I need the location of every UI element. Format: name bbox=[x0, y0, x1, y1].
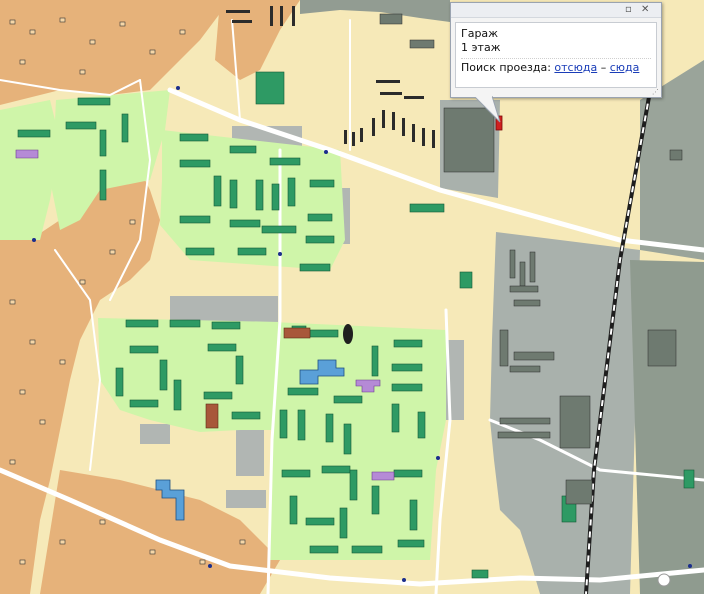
route-dash: – bbox=[600, 61, 607, 74]
close-icon[interactable]: ✕ bbox=[641, 3, 649, 17]
object-floors: 1 этаж bbox=[461, 41, 501, 54]
object-title: Гараж bbox=[461, 27, 499, 40]
popup-content: Гараж 1 этаж Поиск проезда: отсюда – сюд… bbox=[455, 22, 657, 88]
roundabout bbox=[657, 573, 671, 587]
route-search-row: Поиск проезда: отсюда – сюда bbox=[461, 61, 651, 75]
object-info-popup: ▫ ✕ Гараж 1 этаж Поиск проезда: отсюда –… bbox=[450, 2, 662, 98]
popup-divider bbox=[461, 58, 651, 59]
minimize-icon[interactable]: ▫ bbox=[625, 3, 632, 17]
resize-grip-icon[interactable]: ⋰ bbox=[652, 88, 659, 96]
route-search-label: Поиск проезда: bbox=[461, 61, 551, 74]
dark-building bbox=[343, 324, 353, 344]
route-to-here-link[interactable]: сюда bbox=[610, 61, 640, 74]
route-from-here-link[interactable]: отсюда bbox=[554, 61, 597, 74]
popup-title-bar[interactable]: ▫ ✕ bbox=[451, 3, 661, 18]
popup-pointer bbox=[474, 96, 501, 123]
